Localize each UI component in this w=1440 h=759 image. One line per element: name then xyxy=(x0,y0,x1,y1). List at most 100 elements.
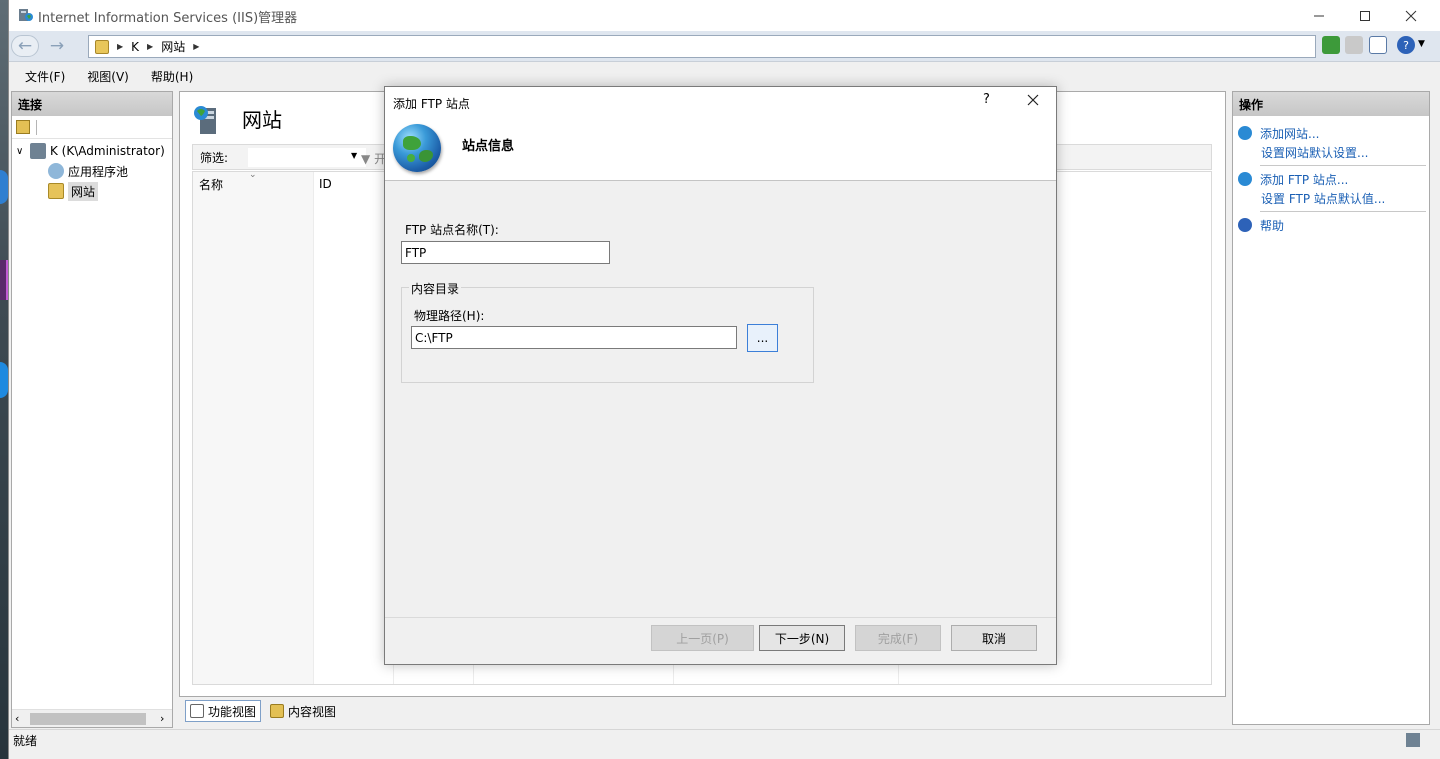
actions-pane: 操作 添加网站... 设置网站默认设置... 添加 FTP 站点... 设置 F… xyxy=(1232,91,1430,725)
connect-icon[interactable] xyxy=(16,120,30,134)
physical-path-input[interactable]: C:\FTP xyxy=(411,326,737,349)
dialog-close-button[interactable] xyxy=(1021,89,1045,111)
site-name-input[interactable]: FTP xyxy=(401,241,610,264)
content-view-icon xyxy=(270,704,285,718)
iis-app-icon xyxy=(19,9,33,21)
action-add-ftp[interactable]: 添加 FTP 站点... xyxy=(1260,171,1348,188)
collapse-chevron-icon[interactable]: ∨ xyxy=(16,146,26,157)
breadcrumb-server[interactable]: K xyxy=(131,40,139,54)
sites-folder-icon xyxy=(48,183,64,199)
add-ftp-icon xyxy=(1238,172,1252,186)
column-divider xyxy=(313,172,314,684)
sort-chevron-icon: ⌄ xyxy=(249,170,257,180)
page-title: 网站 xyxy=(242,108,282,132)
tree-item-sites[interactable]: 网站 xyxy=(16,181,165,201)
connections-header: 连接 xyxy=(12,92,172,116)
back-button[interactable]: ← xyxy=(11,35,39,57)
site-folder-icon xyxy=(95,39,109,54)
tab-content-label: 内容视图 xyxy=(288,704,337,719)
menu-help[interactable]: 帮助(H) xyxy=(149,66,195,87)
scroll-thumb[interactable] xyxy=(30,713,146,725)
horizontal-scrollbar[interactable]: ‹ › xyxy=(12,709,172,727)
minimize-icon xyxy=(1314,15,1324,16)
column-header-id[interactable]: ID xyxy=(313,172,393,196)
desktop-edge xyxy=(0,0,8,759)
desktop-icon xyxy=(0,260,8,300)
maximize-button[interactable] xyxy=(1342,0,1388,31)
next-button[interactable]: 下一步(N) xyxy=(759,625,845,651)
connections-tree: ∨ K (K\Administrator) 应用程序池 网站 xyxy=(16,141,165,201)
breadcrumb-sites[interactable]: 网站 xyxy=(161,38,185,55)
column-name-label: 名称 xyxy=(199,177,224,192)
tree-label-sites: 网站 xyxy=(68,181,99,201)
cancel-button[interactable]: 取消 xyxy=(951,625,1037,651)
tab-content-view[interactable]: 内容视图 xyxy=(265,700,341,722)
close-button[interactable] xyxy=(1388,0,1434,31)
help-dropdown-icon[interactable]: ▼ xyxy=(1418,39,1425,49)
finish-button[interactable]: 完成(F) xyxy=(855,625,941,651)
crumb-separator-icon: ▶ xyxy=(117,42,124,51)
minimize-button[interactable] xyxy=(1296,0,1342,31)
connections-toolbar xyxy=(12,117,172,139)
previous-button[interactable]: 上一页(P) xyxy=(651,625,754,651)
tree-item-app-pools[interactable]: 应用程序池 xyxy=(16,161,165,181)
funnel-icon: ▼ xyxy=(361,152,371,166)
title-bar: Internet Information Services (IIS)管理器 xyxy=(9,0,1440,31)
actions-list: 添加网站... 设置网站默认设置... 添加 FTP 站点... 设置 FTP … xyxy=(1238,124,1426,234)
dialog-heading: 站点信息 xyxy=(462,139,515,154)
actions-header: 操作 xyxy=(1233,92,1429,116)
filter-dropdown-icon[interactable]: ▼ xyxy=(351,151,357,160)
dialog-footer-divider xyxy=(385,617,1056,618)
actions-separator xyxy=(1260,211,1426,212)
dialog-help-button[interactable]: ? xyxy=(983,92,990,107)
help-icon[interactable]: ? xyxy=(1397,36,1415,54)
tab-features-view[interactable]: 功能视图 xyxy=(185,700,262,722)
help-icon xyxy=(1238,218,1252,232)
action-ftp-defaults[interactable]: 设置 FTP 站点默认值... xyxy=(1261,190,1385,207)
address-bar: ← → ▶ K ▶ 网站 ▶ ? ▼ xyxy=(9,31,1440,62)
close-icon xyxy=(1027,94,1039,106)
iis-manager-window: Internet Information Services (IIS)管理器 ←… xyxy=(8,0,1440,759)
server-icon xyxy=(30,143,46,159)
filter-input[interactable] xyxy=(248,148,366,167)
menu-view[interactable]: 视图(V) xyxy=(85,66,131,87)
filter-label: 筛选: xyxy=(200,150,229,165)
status-server-icon xyxy=(1406,733,1420,747)
refresh-icon[interactable] xyxy=(1322,36,1340,54)
browse-button[interactable]: ... xyxy=(747,324,778,352)
crumb-separator-icon: ▶ xyxy=(193,42,200,51)
view-tabs: 功能视图 内容视图 xyxy=(185,700,341,722)
physical-path-label: 物理路径(H): xyxy=(414,309,485,323)
action-site-defaults[interactable]: 设置网站默认设置... xyxy=(1261,144,1368,161)
address-field[interactable]: ▶ K ▶ 网站 ▶ xyxy=(88,35,1316,58)
menu-file[interactable]: 文件(F) xyxy=(23,66,67,87)
toolbar-divider xyxy=(36,120,37,135)
action-add-site[interactable]: 添加网站... xyxy=(1260,125,1319,142)
dialog-header: 添加 FTP 站点 ? 站点信息 xyxy=(385,87,1056,181)
desktop-icon xyxy=(0,170,8,204)
scroll-right-icon[interactable]: › xyxy=(160,712,164,725)
stop-icon[interactable] xyxy=(1345,36,1363,54)
content-directory-legend: 内容目录 xyxy=(409,280,462,297)
site-name-label: FTP 站点名称(T): xyxy=(405,223,499,237)
filter-go-button[interactable]: ▼ 开 xyxy=(361,150,386,167)
column-header-name[interactable]: 名称 ⌄ xyxy=(193,170,313,196)
desktop-icon xyxy=(0,362,8,398)
column-id-label: ID xyxy=(319,177,332,191)
action-help[interactable]: 帮助 xyxy=(1260,217,1284,234)
scroll-left-icon[interactable]: ‹ xyxy=(15,712,19,725)
window-title: Internet Information Services (IIS)管理器 xyxy=(38,11,298,26)
forward-button[interactable]: → xyxy=(43,35,71,57)
status-text: 就绪 xyxy=(13,734,38,748)
close-icon xyxy=(1405,10,1417,21)
tree-item-server[interactable]: ∨ K (K\Administrator) xyxy=(16,141,165,161)
home-icon[interactable] xyxy=(1369,36,1387,54)
tree-label-app-pools: 应用程序池 xyxy=(68,164,129,179)
features-view-icon xyxy=(190,704,204,718)
connections-pane: 连接 ∨ K (K\Administrator) 应用程序池 网站 ‹ › xyxy=(11,91,173,728)
actions-separator xyxy=(1260,165,1426,166)
status-bar: 就绪 xyxy=(9,729,1440,751)
name-column-shade xyxy=(193,196,313,684)
tab-features-label: 功能视图 xyxy=(208,704,257,719)
add-ftp-site-dialog: 添加 FTP 站点 ? 站点信息 FTP 站点名称(T): FTP 内容目录 物… xyxy=(384,86,1057,665)
